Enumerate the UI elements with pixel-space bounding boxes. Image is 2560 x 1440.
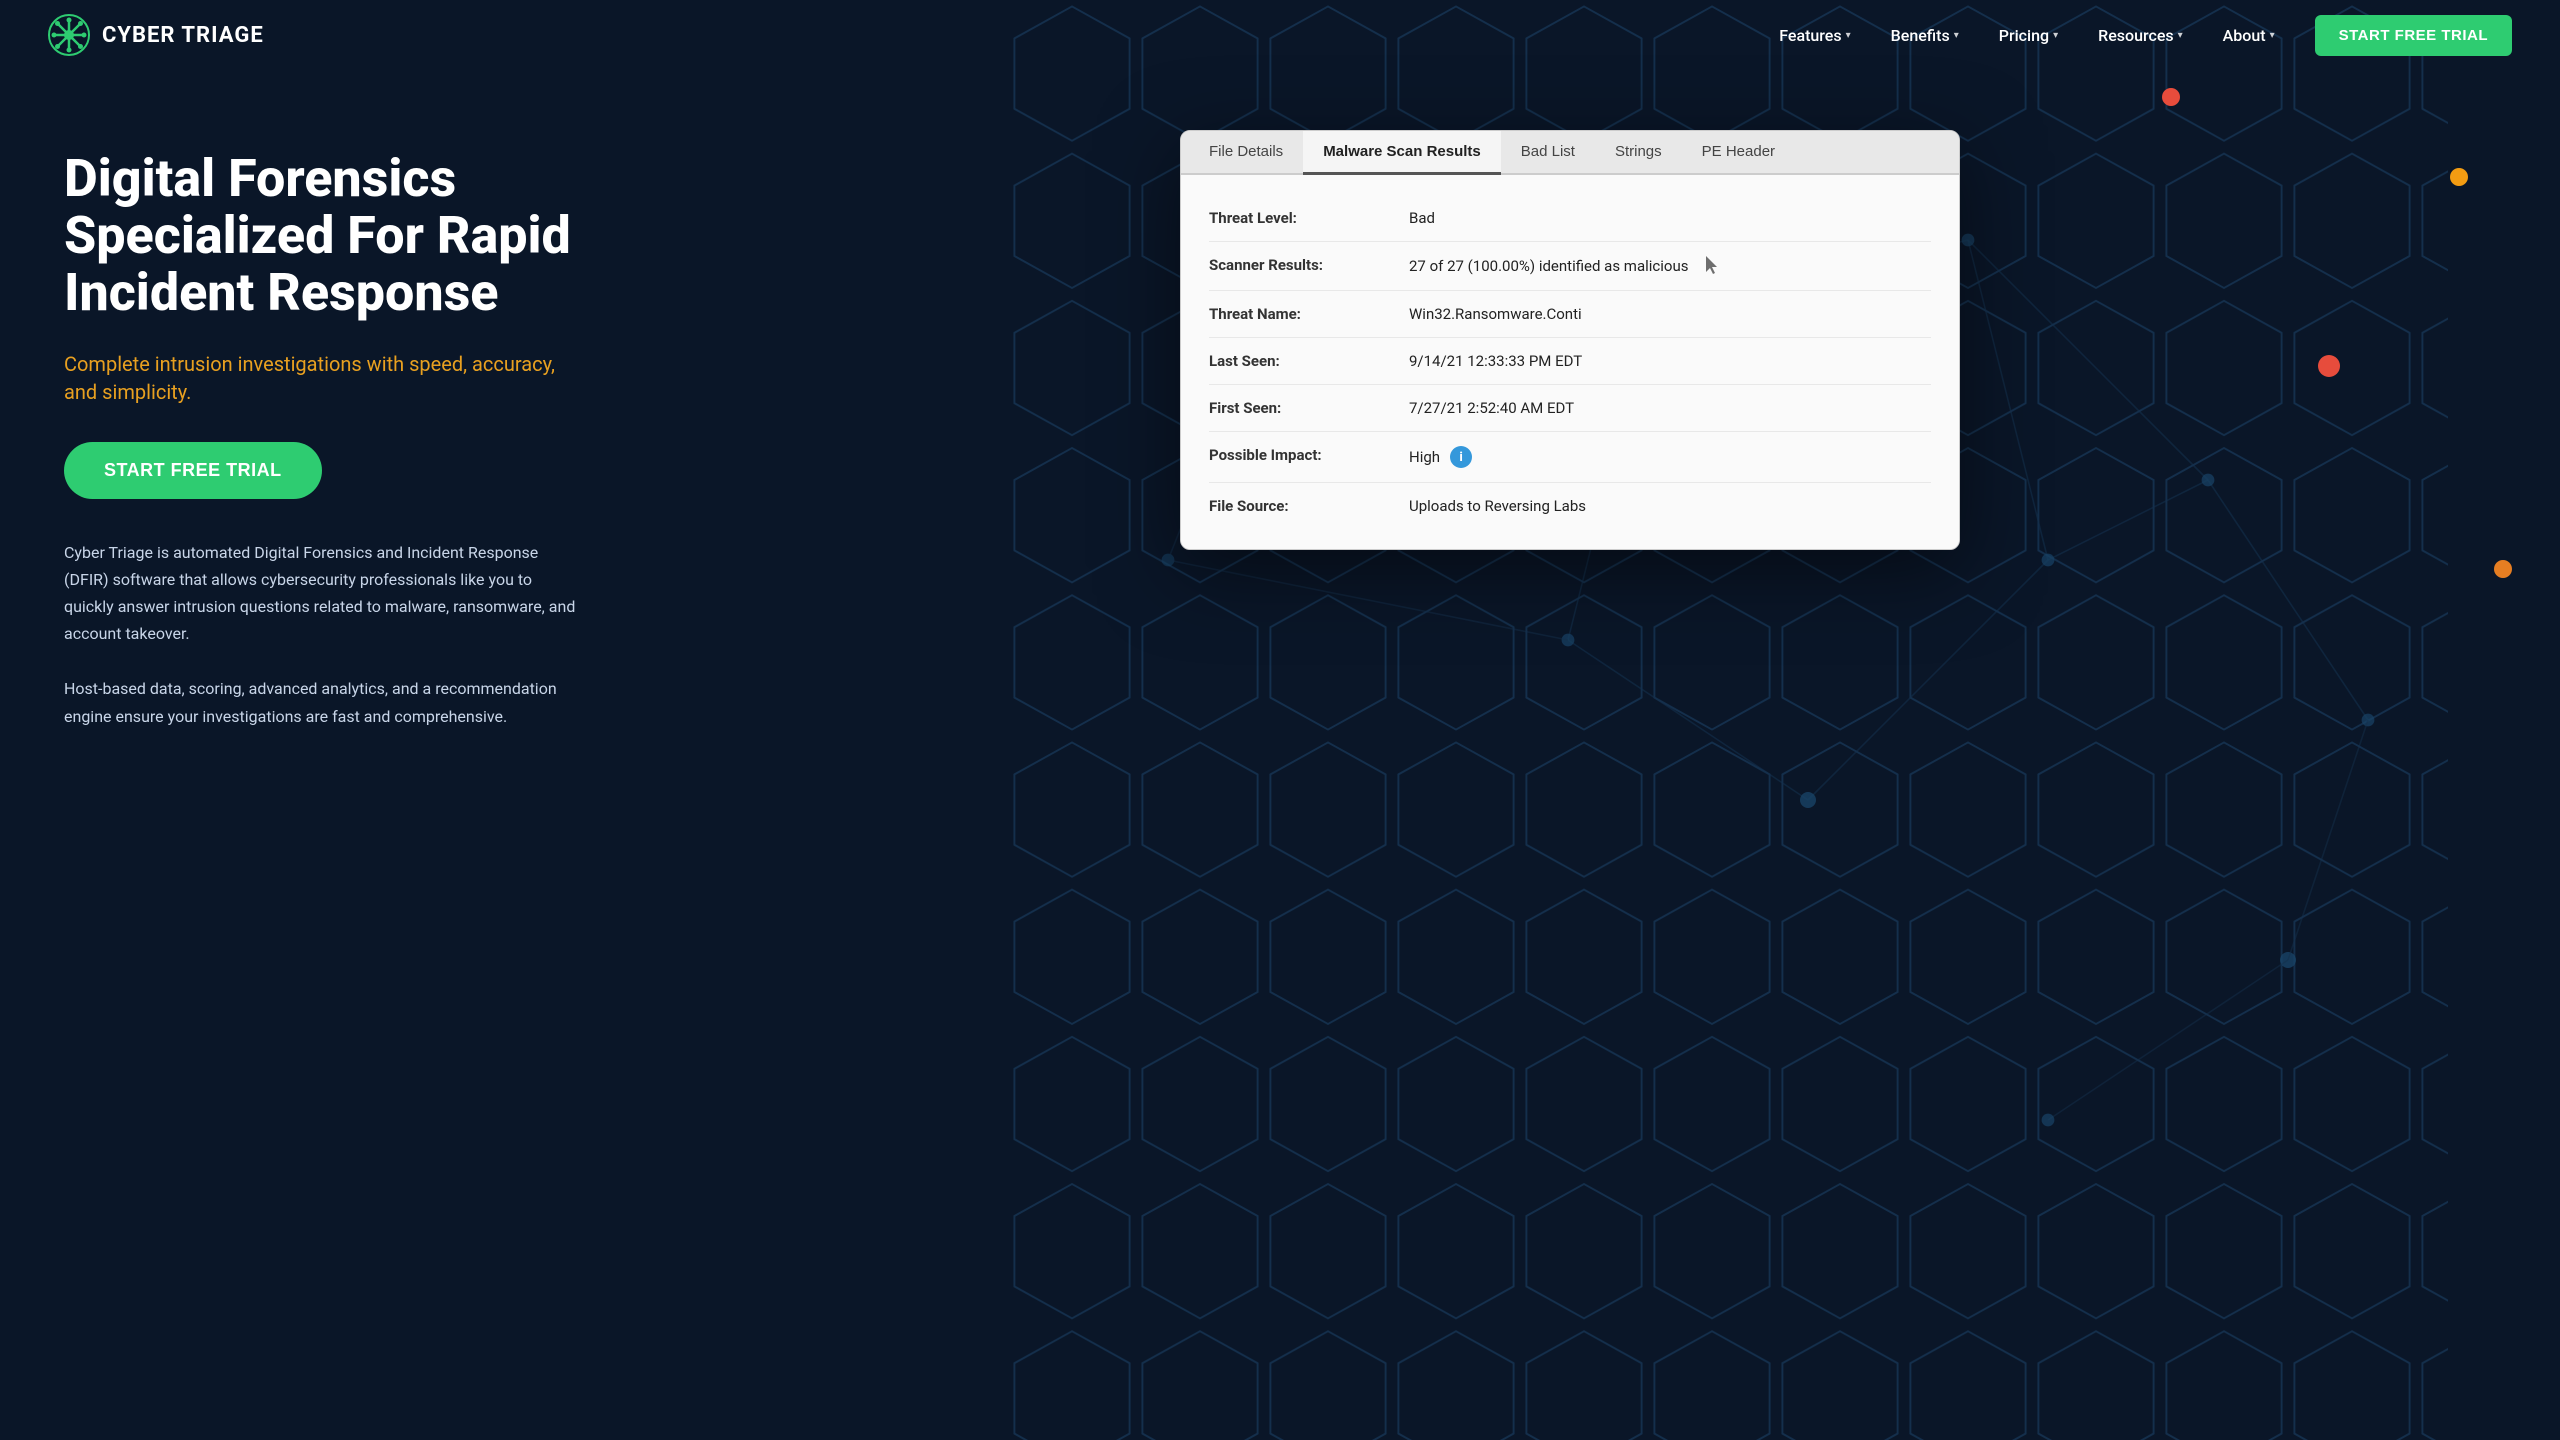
benefits-chevron-icon: ▾ [1954,30,1959,41]
nav-links: Features ▾ Benefits ▾ Pricing ▾ Resource… [1763,15,2512,56]
table-row: File Source: Uploads to Reversing Labs [1209,483,1931,529]
field-value-threat-level: Bad [1409,209,1931,227]
hero-desc-2: Host-based data, scoring, advanced analy… [64,675,584,729]
table-row: Possible Impact: High i [1209,432,1931,483]
field-value-file-source: Uploads to Reversing Labs [1409,497,1931,515]
nav-benefits[interactable]: Benefits ▾ [1875,18,1975,53]
hero-content: Digital Forensics Specialized For Rapid … [64,130,584,758]
hero-desc-1: Cyber Triage is automated Digital Forens… [64,539,584,648]
table-row: First Seen: 7/27/21 2:52:40 AM EDT [1209,385,1931,432]
field-value-last-seen: 9/14/21 12:33:33 PM EDT [1409,352,1931,370]
field-value-first-seen: 7/27/21 2:52:40 AM EDT [1409,399,1931,417]
nav-cta-button[interactable]: START FREE TRIAL [2315,15,2512,56]
table-row: Threat Name: Win32.Ransomware.Conti [1209,291,1931,338]
field-label-possible-impact: Possible Impact: [1209,446,1409,464]
navbar: CYBER TRIAGE Features ▾ Benefits ▾ Prici… [0,0,2560,70]
info-icon: i [1450,446,1472,468]
table-row: Scanner Results: 27 of 27 (100.00%) iden… [1209,242,1931,291]
hero-section: Digital Forensics Specialized For Rapid … [0,70,2560,1440]
pricing-chevron-icon: ▾ [2053,30,2058,41]
field-label-file-source: File Source: [1209,497,1409,515]
nav-features[interactable]: Features ▾ [1763,18,1866,53]
features-chevron-icon: ▾ [1846,30,1851,41]
nav-pricing[interactable]: Pricing ▾ [1983,18,2074,53]
field-label-threat-name: Threat Name: [1209,305,1409,323]
hero-cta-button[interactable]: START FREE TRIAL [64,442,322,499]
tab-file-details[interactable]: File Details [1189,131,1303,175]
hero-title: Digital Forensics Specialized For Rapid … [64,150,584,322]
field-label-first-seen: First Seen: [1209,399,1409,417]
resources-chevron-icon: ▾ [2178,30,2183,41]
tab-strings[interactable]: Strings [1595,131,1682,175]
field-value-possible-impact: High i [1409,446,1931,468]
field-label-last-seen: Last Seen: [1209,352,1409,370]
app-content: Threat Level: Bad Scanner Results: 27 of… [1181,175,1959,549]
field-label-threat-level: Threat Level: [1209,209,1409,227]
tab-malware-scan-results[interactable]: Malware Scan Results [1303,131,1501,175]
field-value-threat-name: Win32.Ransomware.Conti [1409,305,1931,323]
app-window: File Details Malware Scan Results Bad Li… [1180,130,1960,550]
cursor-icon [1706,256,1720,276]
logo-link[interactable]: CYBER TRIAGE [48,14,264,56]
logo-icon [48,14,90,56]
logo-text: CYBER TRIAGE [102,23,264,48]
nav-about[interactable]: About ▾ [2207,18,2291,53]
tab-bad-list[interactable]: Bad List [1501,131,1595,175]
app-tabs: File Details Malware Scan Results Bad Li… [1181,131,1959,175]
table-row: Threat Level: Bad [1209,195,1931,242]
about-chevron-icon: ▾ [2270,30,2275,41]
hero-screenshot: File Details Malware Scan Results Bad Li… [584,130,2496,550]
tab-pe-header[interactable]: PE Header [1682,131,1795,175]
field-label-scanner-results: Scanner Results: [1209,256,1409,274]
field-value-scanner-results: 27 of 27 (100.00%) identified as malicio… [1409,256,1931,276]
nav-resources[interactable]: Resources ▾ [2082,18,2199,53]
hero-subtitle: Complete intrusion investigations with s… [64,350,584,406]
table-row: Last Seen: 9/14/21 12:33:33 PM EDT [1209,338,1931,385]
